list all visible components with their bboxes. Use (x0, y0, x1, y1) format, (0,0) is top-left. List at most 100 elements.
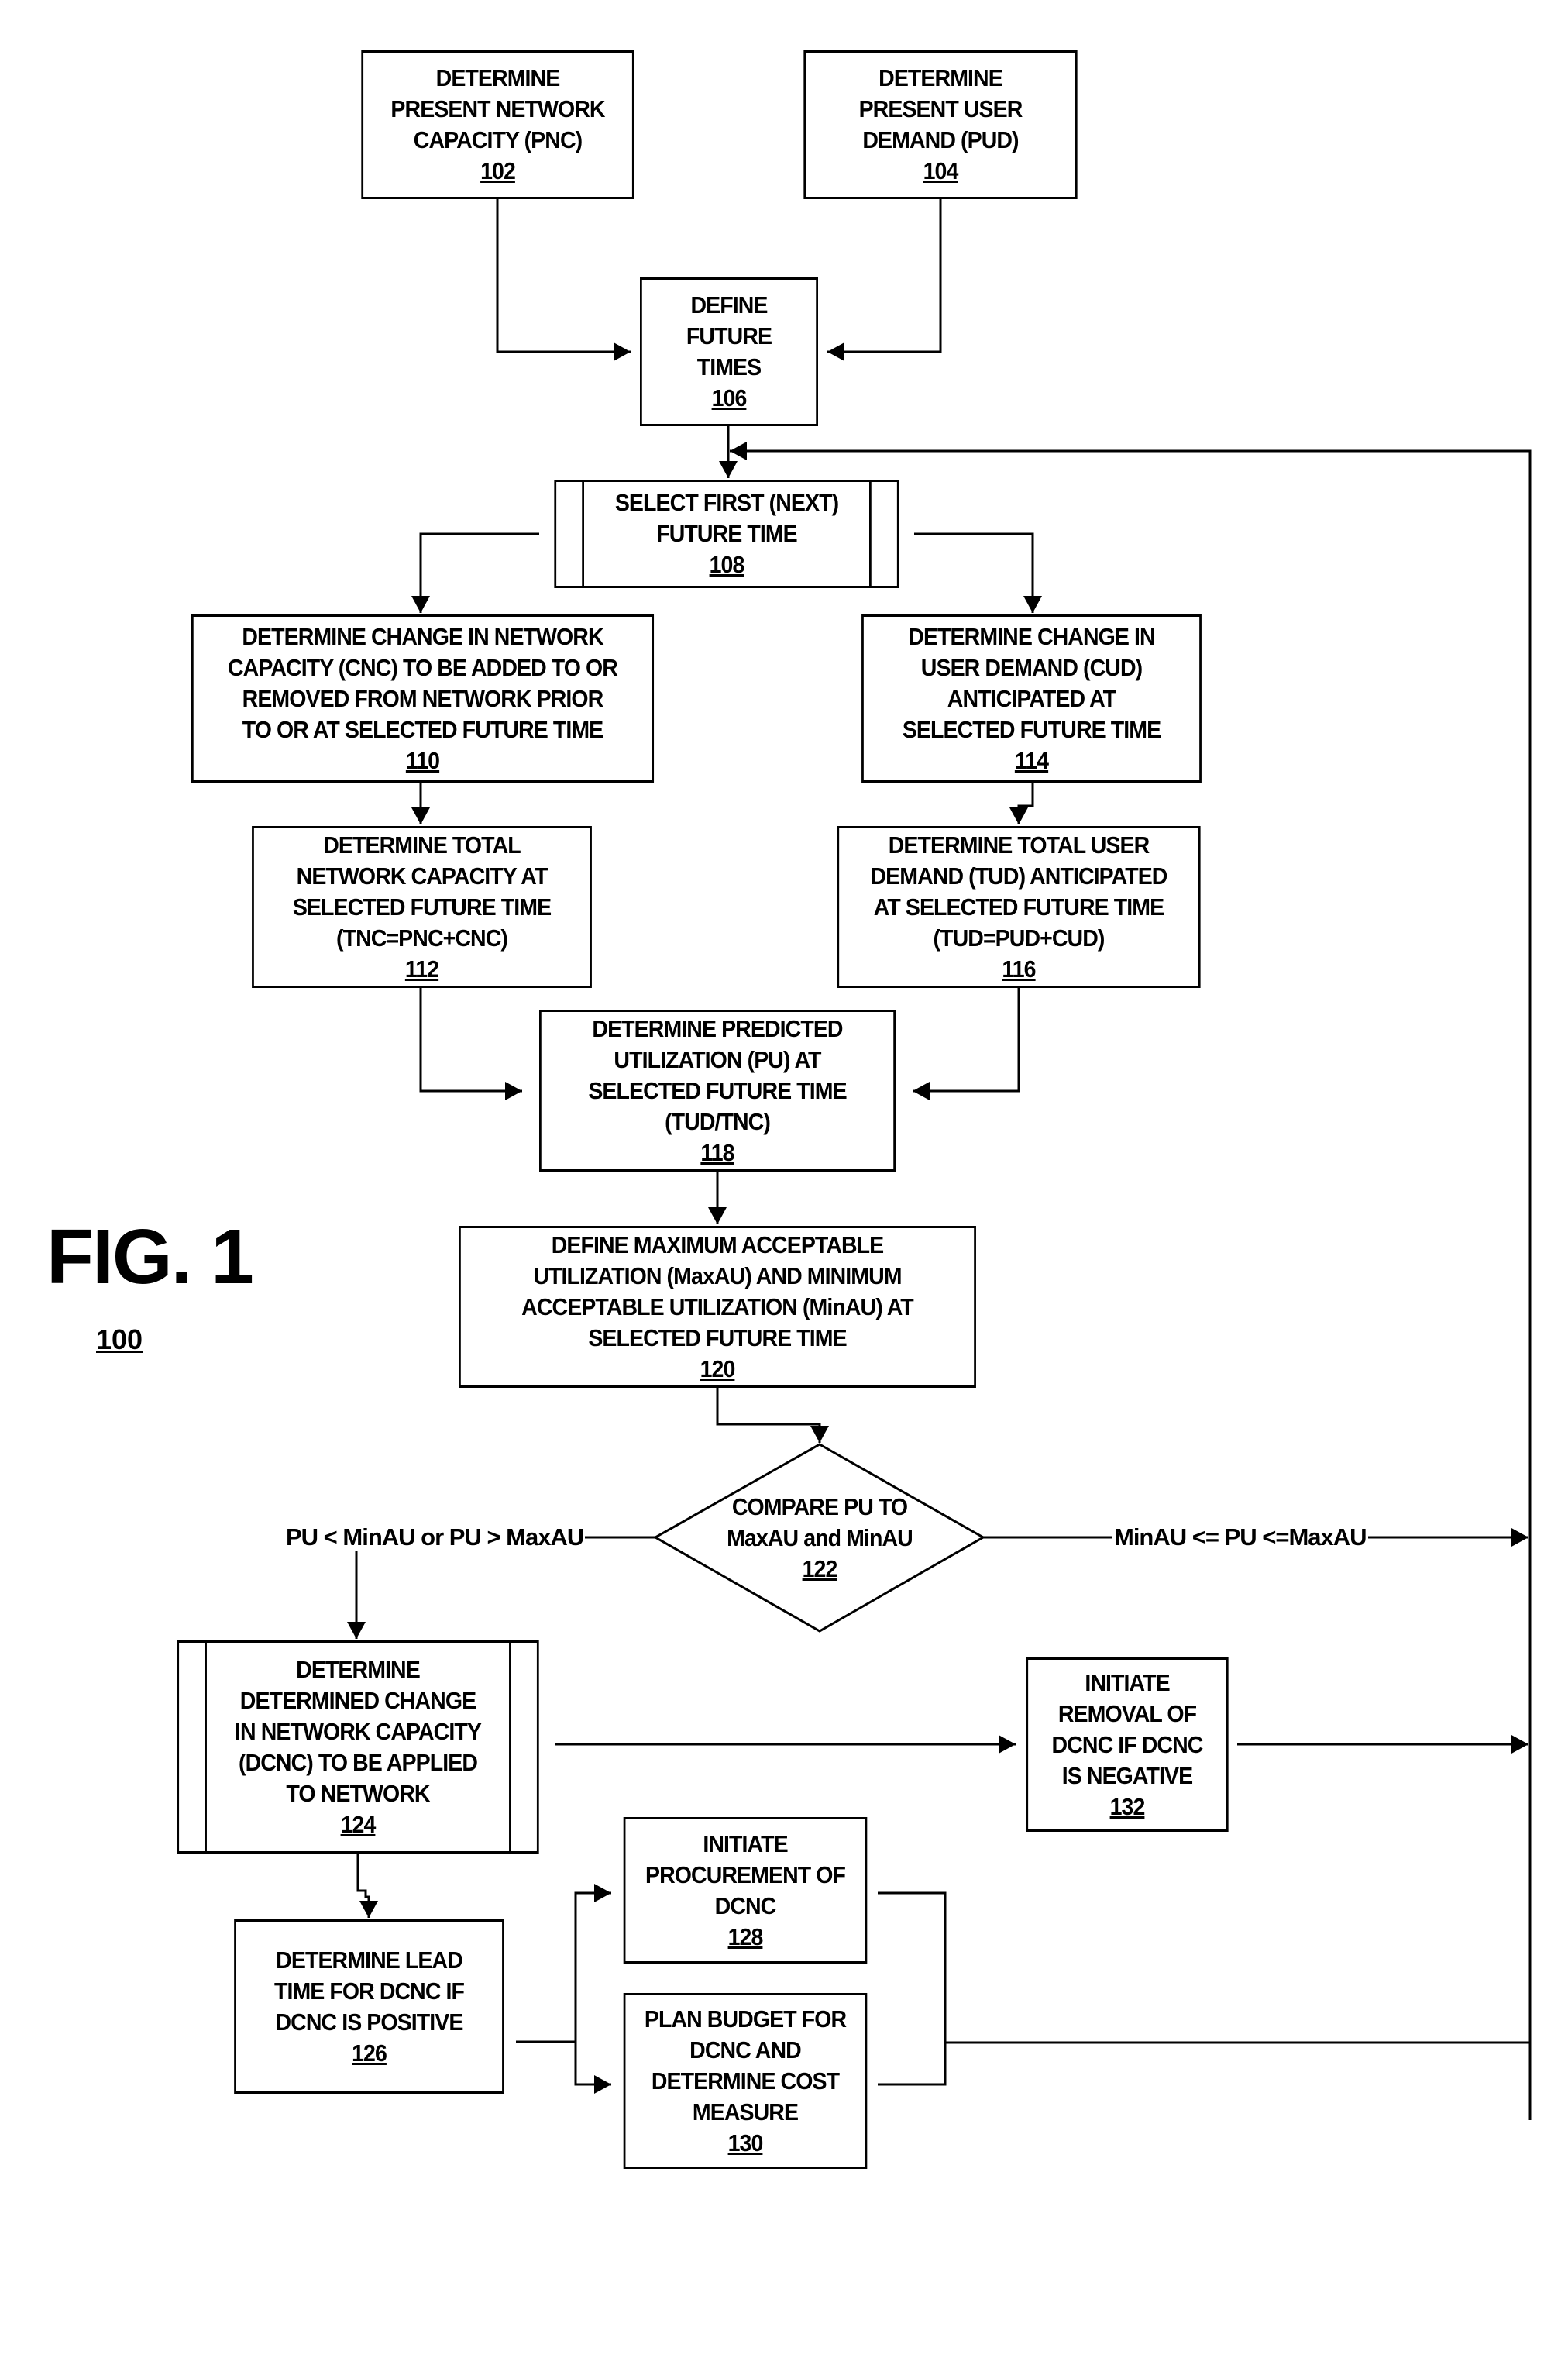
step-130-box: PLAN BUDGET FOR DCNC AND DETERMINE COST … (623, 1993, 868, 2169)
step-text: IS NEGATIVE (1061, 1761, 1193, 1789)
step-text: PRESENT USER (858, 95, 1023, 122)
step-106-box: DEFINE FUTURE TIMES 106 (640, 277, 818, 426)
figure-number: 100 (96, 1323, 143, 1355)
connector-116-118 (913, 988, 1020, 1100)
step-104-box: DETERMINE PRESENT USER DEMAND (PUD) 104 (803, 50, 1078, 199)
connector-126-128 (574, 1884, 611, 2042)
connector-join-loop (945, 2015, 1532, 2044)
step-text: (TUD/TNC) (665, 1107, 771, 1135)
step-ref: 112 (404, 955, 439, 983)
step-text: ACCEPTABLE UTILIZATION (MinAU) AT (521, 1292, 914, 1320)
step-text: DETERMINE COST (651, 2067, 840, 2094)
step-102-box: DETERMINE PRESENT NETWORK CAPACITY (PNC)… (361, 50, 634, 199)
step-text: DCNC (714, 1891, 777, 1919)
step-ref: 128 (727, 1922, 764, 1950)
step-text: PROCUREMENT OF (645, 1860, 846, 1888)
step-text: DETERMINE (296, 1655, 421, 1683)
step-ref: 132 (1109, 1792, 1146, 1820)
step-text: DEFINE (690, 291, 768, 318)
step-text: DEMAND (TUD) ANTICIPATED (870, 862, 1168, 890)
step-ref: 102 (480, 157, 516, 184)
step-ref: 118 (700, 1138, 734, 1166)
step-122-text: COMPARE PU TO MaxAU and MinAU 122 (707, 1492, 933, 1585)
step-ref: 124 (340, 1810, 377, 1838)
step-118-box: DETERMINE PREDICTED UTILIZATION (PU) AT … (539, 1010, 896, 1172)
step-110-box: DETERMINE CHANGE IN NETWORK CAPACITY (CN… (191, 614, 655, 783)
connector-120-122 (716, 1388, 829, 1443)
step-text: DETERMINE CHANGE IN NETWORK (242, 622, 603, 650)
step-text: TIME FOR DCNC IF (273, 1977, 465, 2005)
step-132-box: INITIATE REMOVAL OF DCNC IF DCNC IS NEGA… (1026, 1657, 1229, 1832)
step-text: AT SELECTED FUTURE TIME (873, 893, 1164, 921)
step-114-box: DETERMINE CHANGE IN USER DEMAND (CUD) AN… (861, 614, 1202, 783)
step-ref: 108 (709, 551, 745, 578)
step-text: (TNC=PNC+CNC) (336, 924, 508, 952)
step-text: SELECTED FUTURE TIME (588, 1076, 847, 1104)
step-text: REMOVAL OF (1057, 1699, 1197, 1727)
step-text: REMOVED FROM NETWORK PRIOR (242, 684, 604, 712)
step-text: ANTICIPATED AT (947, 684, 1116, 712)
connector-128-join (878, 1891, 947, 2086)
step-ref: 106 (711, 384, 748, 411)
step-text: INITIATE (703, 1829, 788, 1857)
step-text: UTILIZATION (PU) AT (614, 1045, 821, 1073)
connector-114-116 (1009, 783, 1034, 824)
step-120-box: DEFINE MAXIMUM ACCEPTABLE UTILIZATION (M… (459, 1226, 976, 1388)
step-text: TO OR AT SELECTED FUTURE TIME (242, 715, 603, 743)
step-126-box: DETERMINE LEAD TIME FOR DCNC IF DCNC IS … (234, 1919, 504, 2094)
step-text: UTILIZATION (MaxAU) AND MINIMUM (533, 1262, 902, 1289)
step-116-box: DETERMINE TOTAL USER DEMAND (TUD) ANTICI… (837, 826, 1201, 988)
step-ref: 116 (1002, 955, 1036, 983)
edge-label-in-range: MinAU <= PU <=MaxAU (1112, 1523, 1368, 1551)
step-text: TIMES (696, 353, 762, 380)
step-text: DETERMINED CHANGE (239, 1686, 476, 1714)
step-text: FUTURE TIME (656, 520, 798, 547)
connector-108-114 (914, 532, 1042, 613)
connector-124-126 (356, 1854, 378, 1918)
step-112-box: DETERMINE TOTAL NETWORK CAPACITY AT SELE… (252, 826, 592, 988)
step-text: SELECT FIRST (NEXT) (614, 489, 839, 516)
step-text: CAPACITY (PNC) (413, 126, 583, 153)
step-ref: 110 (405, 746, 440, 774)
connector-112-118 (419, 988, 522, 1100)
step-text: DETERMINE PREDICTED (592, 1014, 843, 1042)
step-ref: 120 (700, 1354, 736, 1382)
step-text: DEMAND (PUD) (862, 126, 1019, 153)
step-ref: 130 (727, 2129, 764, 2156)
connector-126-130 (574, 2042, 611, 2094)
step-text: TO NETWORK (286, 1779, 430, 1807)
step-text: SELECTED FUTURE TIME (292, 893, 552, 921)
step-text: PRESENT NETWORK (390, 95, 605, 122)
step-ref: 114 (1014, 746, 1049, 774)
step-text: IN NETWORK CAPACITY (235, 1717, 482, 1745)
step-text: FUTURE (686, 322, 772, 349)
step-text: CAPACITY (CNC) TO BE ADDED TO OR (228, 653, 618, 681)
connector-104-106 (827, 199, 942, 361)
step-text: DEFINE MAXIMUM ACCEPTABLE (551, 1231, 884, 1258)
step-text: MEASURE (692, 2098, 799, 2125)
step-text: PLAN BUDGET FOR (644, 2005, 847, 2033)
step-text: SELECTED FUTURE TIME (588, 1323, 847, 1351)
step-text: (TUD=PUD+CUD) (933, 924, 1106, 952)
step-108-box: SELECT FIRST (NEXT) FUTURE TIME 108 (554, 480, 899, 588)
connector-108-110 (411, 532, 539, 613)
step-text: USER DEMAND (CUD) (920, 653, 1143, 681)
step-text: COMPARE PU TO (731, 1493, 908, 1520)
step-text: SELECTED FUTURE TIME (902, 715, 1161, 743)
step-text: NETWORK CAPACITY AT (296, 862, 548, 890)
step-text: DETERMINE LEAD (276, 1946, 463, 1974)
step-text: MaxAU and MinAU (727, 1524, 913, 1551)
connector-122-124 (347, 1536, 655, 1639)
step-ref: 122 (802, 1555, 838, 1582)
step-text: DETERMINE TOTAL USER (888, 831, 1150, 859)
step-ref: 104 (923, 157, 959, 184)
step-text: DETERMINE (435, 64, 561, 91)
step-text: DETERMINE (879, 64, 1003, 91)
figure-title: FIG. 1 (46, 1213, 254, 1300)
step-text: DETERMINE CHANGE IN (908, 622, 1155, 650)
step-text: DCNC IF DCNC (1051, 1730, 1204, 1758)
step-text: DCNC IS POSITIVE (275, 2008, 463, 2036)
step-text: DETERMINE TOTAL (323, 831, 521, 859)
step-124-box: DETERMINE DETERMINED CHANGE IN NETWORK C… (177, 1640, 539, 1854)
step-text: DCNC AND (689, 2036, 802, 2063)
